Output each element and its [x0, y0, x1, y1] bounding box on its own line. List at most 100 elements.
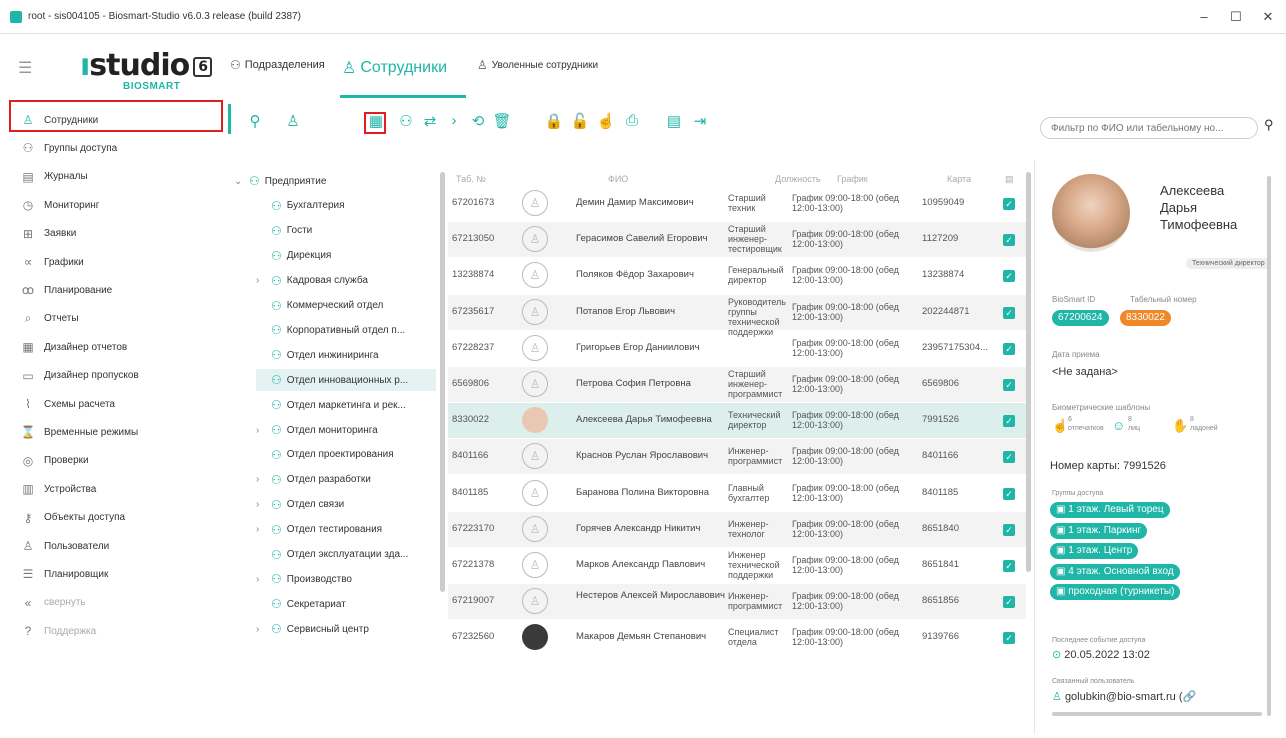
chevron-icon[interactable]: › — [256, 524, 266, 535]
sidebar-item[interactable]: ♙ Пользователи — [20, 534, 220, 558]
pass-checkbox[interactable]: ✓ — [1003, 560, 1015, 572]
logo-subtitle: BIOSMART — [123, 81, 181, 92]
pass-checkbox[interactable]: ✓ — [1003, 198, 1015, 210]
grid-scrollbar[interactable] — [1026, 172, 1031, 572]
pass-checkbox[interactable]: ✓ — [1003, 306, 1015, 319]
tree-item[interactable]: ⚇ Отдел маркетинга и рек... — [256, 394, 436, 416]
tree-item[interactable]: › ⚇ Отдел тестирования — [256, 519, 436, 541]
history-icon[interactable]: ⟲ — [468, 112, 488, 130]
link-icon: 🔗 — [1182, 691, 1197, 703]
pass-checkbox[interactable]: ✓ — [1003, 451, 1015, 464]
pass-checkbox[interactable]: ✓ — [1003, 596, 1015, 609]
pass-checkbox[interactable]: ✓ — [1003, 415, 1015, 428]
menu-icon[interactable]: ☰ — [18, 58, 32, 78]
pass-checkbox[interactable]: ✓ — [1003, 342, 1015, 355]
tree-item[interactable]: ⚇ Секретариат — [256, 593, 436, 615]
tree-item[interactable]: › ⚇ Отдел мониторинга — [256, 419, 436, 441]
chevron-icon[interactable]: › — [256, 499, 266, 510]
export-icon[interactable]: ⇥ — [690, 112, 710, 130]
col-header-tab[interactable]: Таб. № — [456, 174, 486, 184]
pass-checkbox[interactable]: ✓ — [1003, 379, 1015, 391]
tree-item[interactable]: › ⚇ Производство — [256, 568, 436, 590]
sidebar-item[interactable]: ? Поддержка — [20, 619, 220, 643]
biometric-icon[interactable]: ☝ — [596, 112, 616, 130]
chevron-icon[interactable]: › — [256, 425, 266, 436]
col-header-fio[interactable]: ФИО — [608, 174, 628, 184]
chevron-icon[interactable]: › — [256, 574, 266, 585]
sidebar-item[interactable]: ⌛ Временные режимы — [20, 420, 220, 444]
sidebar: ♙ Сотрудники ⚇ Группы доступа ▤ Журналы ◷ Монит… — [0, 100, 228, 738]
col-header-pass-icon[interactable]: ▤ — [1005, 174, 1014, 185]
chevron-icon[interactable]: ⌄ — [234, 176, 244, 187]
tree-item[interactable]: ⚇ Отдел проектирования — [256, 444, 436, 466]
sidebar-item[interactable]: ∝ Графики — [20, 250, 220, 274]
col-header-schedule[interactable]: График — [837, 174, 868, 184]
tree-item[interactable]: ⚇ Бухгалтерия — [256, 195, 436, 217]
minimize-button[interactable]: – — [1188, 6, 1220, 28]
tree-item[interactable]: ⚇ Отдел эксплуатации зда... — [256, 544, 436, 566]
tree-item[interactable]: ⚇ Гости — [256, 220, 436, 242]
sidebar-item[interactable]: ⌕ Отчеты — [20, 307, 220, 331]
tree-item[interactable]: ⌄ ⚇ Предприятие — [234, 170, 434, 192]
tree-item-label: Дирекция — [286, 250, 332, 262]
linked-user[interactable]: ♙ golubkin@bio-smart.ru (🔗 — [1052, 690, 1268, 703]
tree-item[interactable]: › ⚇ Кадровая служба — [256, 270, 436, 292]
fingerprint-count: 6 — [1068, 416, 1072, 423]
import-icon[interactable]: ▤ — [664, 112, 684, 130]
tree-item[interactable]: › ⚇ Отдел разработки — [256, 469, 436, 491]
sidebar-item[interactable]: ꝏ Планирование — [20, 278, 220, 302]
sidebar-item[interactable]: ▥ Устройства — [20, 477, 220, 501]
sidebar-item[interactable]: ☰ Планировщик — [20, 562, 220, 586]
add-employee-icon[interactable]: ♙ — [283, 112, 303, 130]
tree-item[interactable]: › ⚇ Сервисный центр — [256, 618, 436, 640]
sidebar-item[interactable]: ▤ Журналы — [20, 165, 220, 189]
maximize-button[interactable]: ☐ — [1220, 6, 1252, 28]
tree-item[interactable]: ⚇ Дирекция — [256, 245, 436, 267]
tree-item[interactable]: ⚇ Корпоративный отдел п... — [256, 319, 436, 341]
tab-fired-employees[interactable]: ♙ Уволенные сотрудники — [477, 58, 598, 72]
delete-icon[interactable]: 🗑 — [492, 112, 512, 130]
transfer-icon[interactable]: ⇄ — [420, 112, 440, 130]
lock-icon[interactable]: 🔒 — [544, 112, 564, 130]
sidebar-item-label: Отчеты — [44, 313, 79, 325]
unlock-icon[interactable]: 🔓 — [570, 112, 590, 130]
cell-tab: 67232560 — [452, 631, 495, 643]
tree-item[interactable]: › ⚇ Отдел связи — [256, 494, 436, 516]
tree-item[interactable]: ⚇ Коммерческий отдел — [256, 295, 436, 317]
pass-checkbox[interactable]: ✓ — [1003, 487, 1015, 500]
chevron-icon[interactable]: › — [256, 474, 266, 485]
tab-departments[interactable]: ⚇ Подразделения — [230, 58, 325, 72]
tree-item[interactable]: ⚇ Отдел инновационных р... — [256, 369, 436, 392]
search-icon[interactable]: ⚲ — [1264, 117, 1274, 133]
chevron-right-icon[interactable]: › — [444, 112, 464, 129]
tab-employees[interactable]: ♙ Сотрудники — [342, 58, 447, 78]
pass-checkbox[interactable]: ✓ — [1003, 632, 1015, 645]
sidebar-item[interactable]: ▭ Дизайнер пропусков — [20, 364, 220, 388]
col-header-card[interactable]: Карта — [947, 174, 971, 184]
chevron-icon[interactable]: › — [256, 275, 266, 286]
sidebar-item[interactable]: ⚇ Группы доступа — [20, 136, 220, 160]
pass-checkbox[interactable]: ✓ — [1003, 523, 1015, 536]
sidebar-item[interactable]: ◎ Проверки — [20, 449, 220, 473]
chevron-icon[interactable]: › — [256, 624, 266, 635]
sidebar-item[interactable]: ⊞ Заявки — [20, 222, 220, 246]
sidebar-item[interactable]: « свернуть — [20, 591, 220, 615]
org-icon: ⚇ — [271, 447, 282, 462]
tree-scrollbar[interactable] — [440, 172, 445, 592]
palm-icon: ✋ — [1172, 418, 1189, 433]
pass-checkbox[interactable]: ✓ — [1003, 234, 1015, 247]
filter-input[interactable] — [1040, 117, 1258, 139]
group-icon[interactable]: ⚇ — [396, 112, 416, 130]
sidebar-item[interactable]: ▦ Дизайнер отчетов — [20, 335, 220, 359]
print-icon[interactable]: ⎙ — [622, 112, 642, 129]
detail-scrollbar[interactable] — [1052, 712, 1262, 716]
close-button[interactable]: ✕ — [1252, 6, 1284, 28]
detail-vscrollbar[interactable] — [1267, 176, 1271, 716]
sidebar-item[interactable]: ⚷ Объекты доступа — [20, 506, 220, 530]
tree-item[interactable]: ⚇ Отдел инжиниринга — [256, 344, 436, 366]
sidebar-item[interactable]: ◷ Мониторинг — [20, 193, 220, 217]
sidebar-item[interactable]: ⌇ Схемы расчета — [20, 392, 220, 416]
search-icon[interactable]: ⚲ — [245, 112, 265, 130]
pass-checkbox[interactable]: ✓ — [1003, 270, 1015, 283]
col-header-position[interactable]: Должность — [775, 174, 821, 184]
